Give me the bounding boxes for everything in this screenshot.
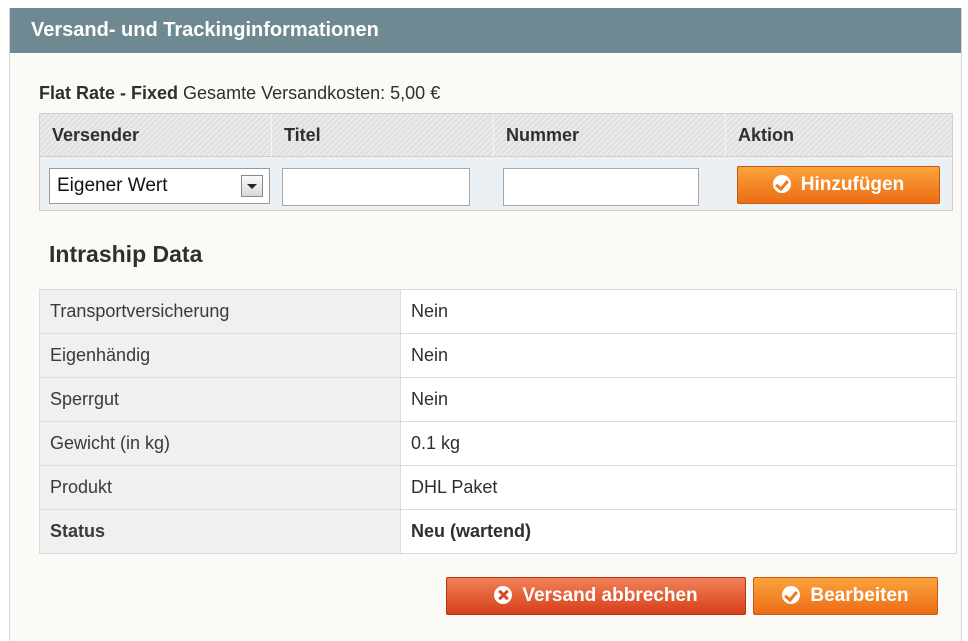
row-value: DHL Paket [400,465,957,510]
tracking-table: Versender Titel Nummer Aktion Eigener We… [39,113,953,211]
tracking-number-input[interactable] [503,168,699,206]
row-value: Nein [400,289,957,334]
table-row: Transportversicherung Nein [39,289,957,334]
check-circle-icon [782,586,801,604]
column-header-number: Nummer [494,114,726,156]
tracking-input-row: Eigener Wert Hinzufügen [40,157,952,211]
edit-label: Bearbeiten [810,585,909,606]
row-value: 0.1 kg [400,421,957,466]
cancel-circle-icon [494,586,513,604]
status-value: Neu (wartend) [400,509,957,554]
panel-title: Versand- und Trackinginformationen [10,8,961,53]
cancel-shipment-label: Versand abbrechen [522,585,698,606]
check-circle-icon [772,175,791,193]
table-row: Sperrgut Nein [39,377,957,422]
table-row: Status Neu (wartend) [39,509,957,554]
table-row: Produkt DHL Paket [39,465,957,510]
shipping-method: Flat Rate - Fixed [39,83,179,103]
row-value: Nein [400,333,957,378]
row-label: Eigenhändig [39,333,401,378]
tracking-header-row: Versender Titel Nummer Aktion [40,114,952,157]
row-value: Nein [400,377,957,422]
table-row: Eigenhändig Nein [39,333,957,378]
row-label: Produkt [39,465,401,510]
cancel-shipment-button[interactable]: Versand abbrechen [446,577,746,615]
row-label: Transportversicherung [39,289,401,334]
row-label: Status [39,509,401,554]
row-label: Sperrgut [39,377,401,422]
carrier-select[interactable]: Eigener Wert [49,168,270,204]
row-label: Gewicht (in kg) [39,421,401,466]
column-header-title: Titel [272,114,494,156]
tracking-title-input[interactable] [282,168,470,206]
chevron-down-icon[interactable] [241,175,263,197]
carrier-select-value: Eigener Wert [57,175,168,196]
edit-button[interactable]: Bearbeiten [753,577,938,615]
column-header-carrier: Versender [40,114,272,156]
add-tracking-label: Hinzufügen [800,174,905,195]
table-row: Gewicht (in kg) 0.1 kg [39,421,957,466]
shipping-tracking-panel: Versand- und Trackinginformationen Flat … [9,8,962,641]
shipping-cost: Gesamte Versandkosten: 5,00 € [183,83,441,103]
shipping-summary: Flat Rate - Fixed Gesamte Versandkosten:… [39,83,440,104]
intraship-table: Transportversicherung Nein Eigenhändig N… [39,289,957,554]
column-header-action: Aktion [738,125,794,145]
intraship-title: Intraship Data [49,241,203,267]
add-tracking-button[interactable]: Hinzufügen [737,166,940,204]
